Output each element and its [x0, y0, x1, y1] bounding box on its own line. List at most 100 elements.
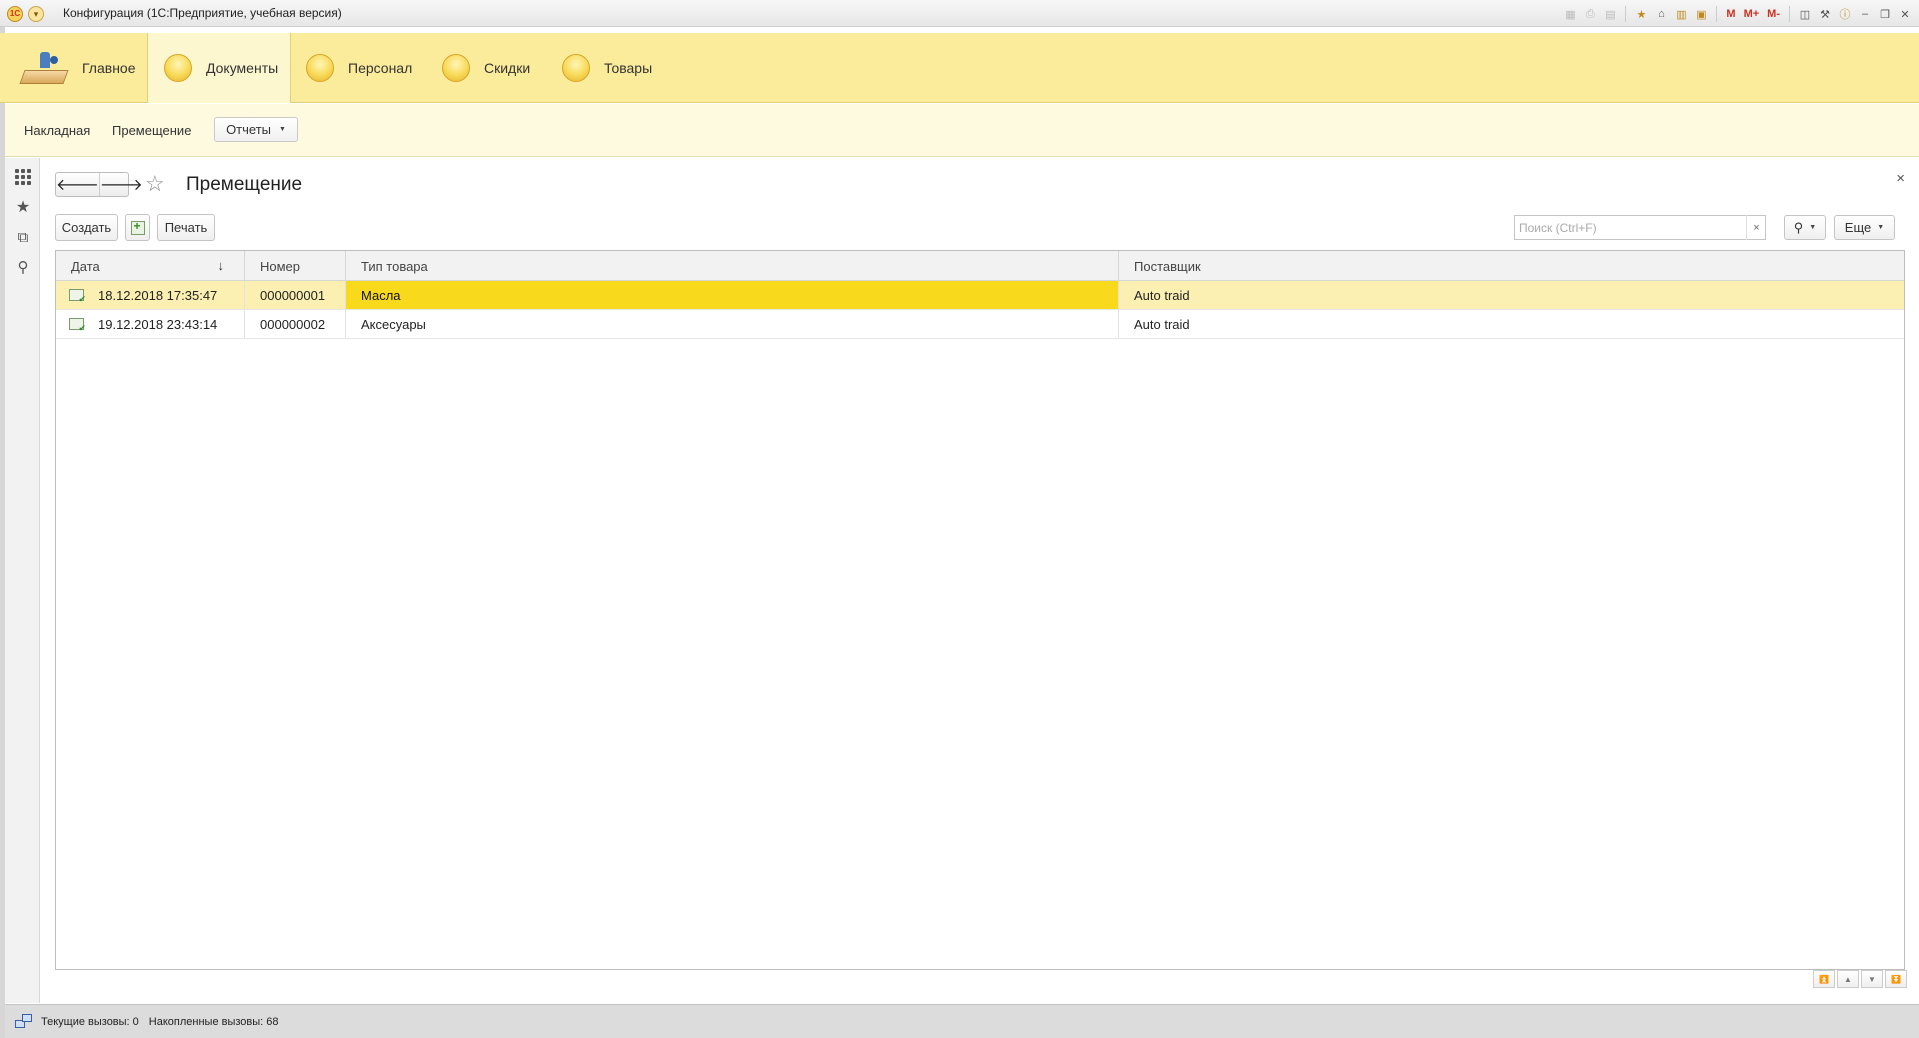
minimize-icon[interactable]: – [1857, 6, 1873, 22]
status-bar: Текущие вызовы: 0 Накопленные вызовы: 68 [5, 1004, 1919, 1038]
close-form-icon[interactable]: × [1896, 170, 1905, 187]
column-header-date[interactable]: Дата ↓ [56, 251, 245, 281]
favorites-star-icon[interactable]: ★ [14, 198, 32, 216]
current-calls-text: Текущие вызовы: 0 [41, 1015, 139, 1028]
memory-m-plus-button[interactable]: M+ [1742, 6, 1762, 22]
more-button[interactable]: Еще ▼ [1834, 215, 1895, 240]
chevron-down-icon: ▼ [1809, 224, 1817, 231]
posted-document-icon [69, 318, 86, 334]
app-logo-icon[interactable]: 1C [7, 6, 23, 22]
column-header-number[interactable]: Номер [245, 251, 346, 281]
reports-dropdown-button[interactable]: Отчеты ▼ [214, 117, 298, 142]
scroll-up-icon[interactable]: ▲ [1837, 970, 1859, 988]
cell-number: 000000001 [245, 281, 346, 309]
scroll-to-bottom-icon[interactable]: ⏬ [1885, 970, 1907, 988]
info-icon[interactable]: ⓘ [1837, 6, 1853, 22]
scroll-down-icon[interactable]: ▼ [1861, 970, 1883, 988]
search-field[interactable] [1514, 215, 1766, 240]
nav-link-invoice[interactable]: Накладная [24, 123, 90, 138]
close-window-icon[interactable]: ✕ [1897, 6, 1913, 22]
main-menu-chevron-down-icon[interactable]: ▾ [28, 6, 44, 22]
sections-panel: Главное Документы Персонал Скидки Товары [0, 33, 1919, 103]
add-to-favorites-star-icon[interactable]: ☆ [145, 171, 165, 197]
save-icon[interactable]: ▦ [1562, 6, 1578, 22]
memory-m-button[interactable]: M [1724, 6, 1737, 22]
navigation-buttons: 🡐 🡒 [55, 172, 143, 197]
section-label: Товары [604, 60, 653, 76]
column-header-goods-type[interactable]: Тип товара [346, 251, 1119, 281]
column-label: Дата [71, 258, 100, 274]
section-discounts[interactable]: Скидки [442, 33, 530, 103]
search-icon[interactable]: ⚲ [14, 258, 32, 276]
cell-number: 000000002 [245, 310, 346, 338]
print-icon[interactable]: ⎙ [1582, 6, 1598, 22]
server-calls-icon[interactable] [15, 1013, 33, 1030]
favorites-star-icon[interactable]: ★ [1633, 6, 1649, 22]
search-options-button[interactable]: ⚲ ▼ [1784, 215, 1826, 240]
date-value: 18.12.2018 17:35:47 [98, 287, 218, 303]
search-input[interactable] [1515, 216, 1765, 239]
column-header-supplier[interactable]: Поставщик [1119, 251, 1905, 281]
toolbar-divider [1716, 6, 1718, 22]
titlebar-toolbar: ▦ ⎙ ▤ ★ ⌂ ▥ ▣ M M+ M- ◫ ⚒ ⓘ – ❐ ✕ [1562, 4, 1913, 24]
calendar-icon[interactable]: ▣ [1693, 6, 1709, 22]
nav-link-transfer[interactable]: Премещение [112, 123, 191, 138]
table-row[interactable]: 19.12.2018 23:43:14 000000002 Аксесуары … [56, 310, 1904, 339]
section-circle-icon [562, 54, 590, 82]
chevron-down-icon: ▼ [1877, 224, 1885, 231]
accumulated-calls-text: Накопленные вызовы: 68 [148, 1015, 279, 1028]
create-button[interactable]: Создать [55, 214, 118, 241]
cell-goods-type[interactable]: Аксесуары [346, 310, 1119, 338]
section-main[interactable]: Главное [19, 33, 145, 103]
copy-button[interactable] [125, 214, 150, 241]
section-personnel[interactable]: Персонал [306, 33, 412, 103]
panels-layout-icon[interactable]: ◫ [1797, 6, 1813, 22]
section-label: Главное [82, 60, 136, 76]
section-goods[interactable]: Товары [562, 33, 652, 103]
print-button[interactable]: Печать [157, 214, 215, 241]
section-commands-panel: Накладная Премещение Отчеты ▼ [5, 104, 1919, 157]
documents-table: Дата ↓ Номер Тип товара Поставщик 18.12.… [55, 250, 1905, 970]
section-label: Скидки [484, 60, 531, 76]
cell-date: 19.12.2018 23:43:14 [56, 310, 245, 338]
home-desk-lamp-icon [19, 48, 69, 88]
list-form: 🡐 🡒 ☆ Премещение × Создать Печать × ⚲ ▼ … [41, 158, 1919, 1003]
posted-document-icon [69, 289, 86, 305]
back-arrow-icon[interactable]: 🡐 [56, 173, 99, 196]
section-documents[interactable]: Документы [147, 33, 291, 103]
column-label: Тип товара [361, 258, 428, 274]
date-value: 19.12.2018 23:43:14 [98, 316, 218, 332]
section-circle-icon [442, 54, 470, 82]
scroll-to-top-icon[interactable]: ⏫ [1813, 970, 1835, 988]
page-title: Премещение [186, 174, 303, 195]
toolbar-divider [1625, 6, 1627, 22]
cell-date: 18.12.2018 17:35:47 [56, 281, 245, 309]
copy-add-icon [130, 219, 145, 235]
table-row[interactable]: 18.12.2018 17:35:47 000000001 Масла Auto… [56, 281, 1904, 310]
memory-m-minus-button[interactable]: M- [1765, 6, 1782, 22]
window-title: Конфигурация (1С:Предприятие, учебная ве… [63, 6, 342, 20]
section-circle-icon [164, 54, 192, 82]
table-header: Дата ↓ Номер Тип товара Поставщик [56, 251, 1904, 281]
cell-supplier: Auto traid [1134, 316, 1190, 332]
reports-label: Отчеты [226, 122, 271, 137]
functions-menu-grid-icon[interactable] [14, 168, 32, 186]
column-label: Поставщик [1134, 258, 1201, 274]
left-tools-panel: ★ ⧉ ⚲ [5, 158, 40, 1003]
section-circle-icon [306, 54, 334, 82]
restore-icon[interactable]: ❐ [1877, 6, 1893, 22]
window-titlebar: 1C ▾ Конфигурация (1С:Предприятие, учебн… [0, 0, 1919, 27]
preview-icon[interactable]: ▤ [1602, 6, 1618, 22]
section-label: Документы [206, 60, 279, 76]
forward-arrow-icon[interactable]: 🡒 [98, 173, 143, 196]
history-copy-icon[interactable]: ⧉ [14, 228, 32, 246]
cell-goods-type[interactable]: Масла [346, 281, 1119, 309]
history-icon[interactable]: ⌂ [1653, 6, 1669, 22]
column-label: Номер [260, 258, 301, 274]
toolbar-divider [1789, 6, 1790, 22]
more-label: Еще [1844, 220, 1872, 235]
tools-icon[interactable]: ⚒ [1817, 6, 1833, 22]
calculator-icon[interactable]: ▥ [1673, 6, 1689, 22]
search-clear-icon[interactable]: × [1746, 215, 1766, 240]
cell-supplier: Auto traid [1134, 287, 1190, 303]
